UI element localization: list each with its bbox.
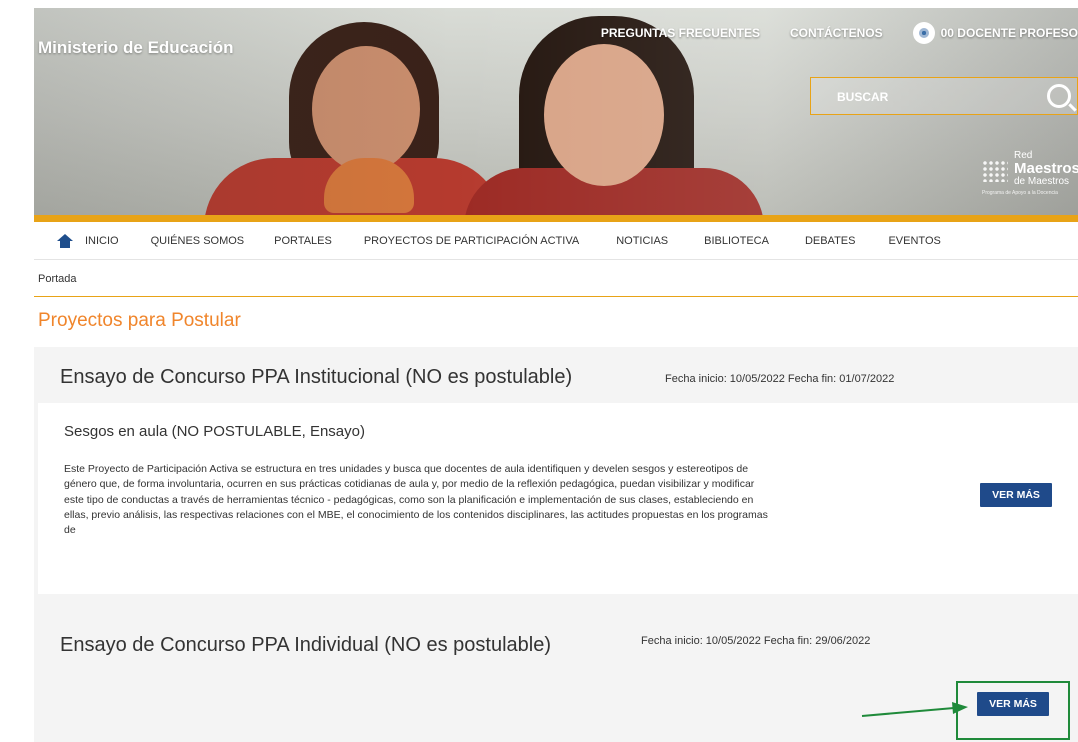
annotation-arrow-icon xyxy=(861,702,968,717)
page-frame: Ministerio de Educación PREGUNTAS FRECUE… xyxy=(34,8,1078,742)
